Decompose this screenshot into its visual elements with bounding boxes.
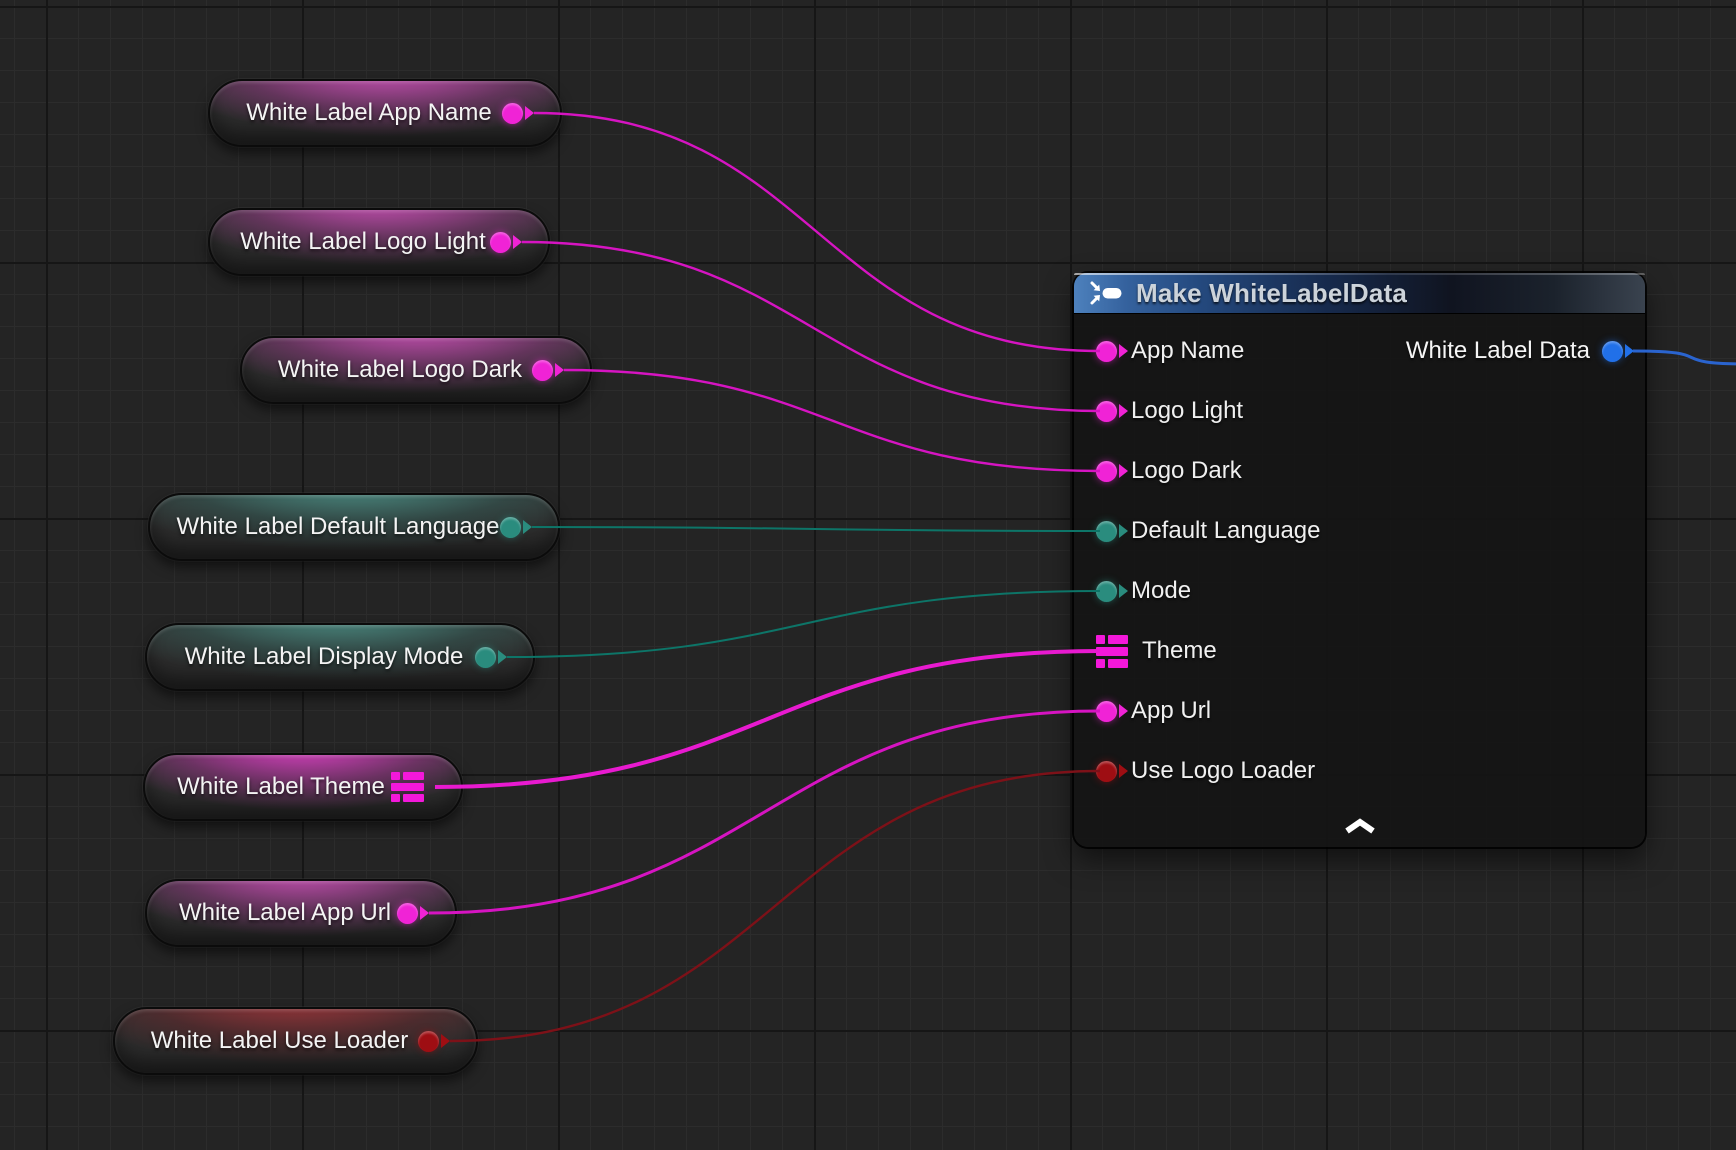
node-header[interactable]: Make WhiteLabelData <box>1074 273 1645 314</box>
input-row-use-logo-loader: Use Logo Loader <box>1074 741 1315 801</box>
variable-getter-white-label-default-language[interactable]: White Label Default Language <box>148 493 560 561</box>
variable-getter-label: White Label Logo Light <box>236 228 490 256</box>
input-pin-app-url[interactable] <box>1096 701 1117 722</box>
nodes-layer: White Label App Name White Label Logo Li… <box>0 0 1736 1150</box>
make-struct-icon <box>1089 280 1123 306</box>
output-pin-white-label-use-loader[interactable] <box>418 1031 439 1052</box>
output-pin-white-label-theme[interactable] <box>391 772 424 803</box>
input-row-logo-dark: Logo Dark <box>1074 441 1242 501</box>
variable-getter-label: White Label App Url <box>173 899 397 927</box>
variable-getter-white-label-app-url[interactable]: White Label App Url <box>145 879 457 947</box>
output-pin-white-label-app-name[interactable] <box>502 103 523 124</box>
variable-getter-white-label-theme[interactable]: White Label Theme <box>143 753 463 821</box>
variable-getter-label: White Label Display Mode <box>173 643 475 671</box>
output-pin-white-label-display-mode[interactable] <box>475 647 496 668</box>
input-row-app-url: App Url <box>1074 681 1211 741</box>
output-pin-white-label-logo-light[interactable] <box>490 232 511 253</box>
make-whitelabeldata-node[interactable]: Make WhiteLabelData White Label Data App… <box>1074 273 1645 847</box>
output-row: White Label Data <box>1406 321 1645 381</box>
input-pin-label: App Url <box>1131 697 1211 725</box>
variable-getter-white-label-logo-light[interactable]: White Label Logo Light <box>208 208 550 276</box>
variable-getter-white-label-logo-dark[interactable]: White Label Logo Dark <box>240 336 592 404</box>
input-pin-label: App Name <box>1131 337 1244 365</box>
collapse-pins-button[interactable] <box>1334 813 1386 841</box>
input-pin-label: Mode <box>1131 577 1191 605</box>
output-pin-label: White Label Data <box>1406 337 1590 365</box>
variable-getter-label: White Label Logo Dark <box>268 356 532 384</box>
chevron-up-icon <box>1341 817 1379 837</box>
variable-getter-label: White Label Theme <box>171 773 391 801</box>
variable-getter-label: White Label App Name <box>236 99 502 127</box>
variable-getter-label: White Label Default Language <box>176 513 500 541</box>
input-row-app-name: App Name <box>1074 321 1244 381</box>
node-title: Make WhiteLabelData <box>1136 278 1407 309</box>
input-row-theme: Theme <box>1074 621 1217 681</box>
input-pin-logo-dark[interactable] <box>1096 461 1117 482</box>
variable-getter-label: White Label Use Loader <box>141 1027 418 1055</box>
output-pin-white-label-app-url[interactable] <box>397 903 418 924</box>
variable-getter-white-label-app-name[interactable]: White Label App Name <box>208 79 562 147</box>
variable-getter-white-label-use-loader[interactable]: White Label Use Loader <box>113 1007 478 1075</box>
input-pin-label: Logo Light <box>1131 397 1243 425</box>
input-row-default-language: Default Language <box>1074 501 1321 561</box>
input-pin-use-logo-loader[interactable] <box>1096 761 1117 782</box>
input-pin-label: Theme <box>1142 637 1217 665</box>
input-row-logo-light: Logo Light <box>1074 381 1243 441</box>
input-row-mode: Mode <box>1074 561 1191 621</box>
output-pin-white-label-data[interactable] <box>1602 341 1623 362</box>
input-pin-label: Use Logo Loader <box>1131 757 1315 785</box>
input-pin-mode[interactable] <box>1096 581 1117 602</box>
input-pin-app-name[interactable] <box>1096 341 1117 362</box>
input-pin-label: Logo Dark <box>1131 457 1242 485</box>
input-pin-label: Default Language <box>1131 517 1321 545</box>
input-pin-default-language[interactable] <box>1096 521 1117 542</box>
input-pin-logo-light[interactable] <box>1096 401 1117 422</box>
variable-getter-white-label-display-mode[interactable]: White Label Display Mode <box>145 623 535 691</box>
input-pin-theme[interactable] <box>1096 635 1128 668</box>
blueprint-canvas[interactable]: White Label App Name White Label Logo Li… <box>0 0 1736 1150</box>
output-pin-white-label-default-language[interactable] <box>500 517 521 538</box>
output-pin-white-label-logo-dark[interactable] <box>532 360 553 381</box>
